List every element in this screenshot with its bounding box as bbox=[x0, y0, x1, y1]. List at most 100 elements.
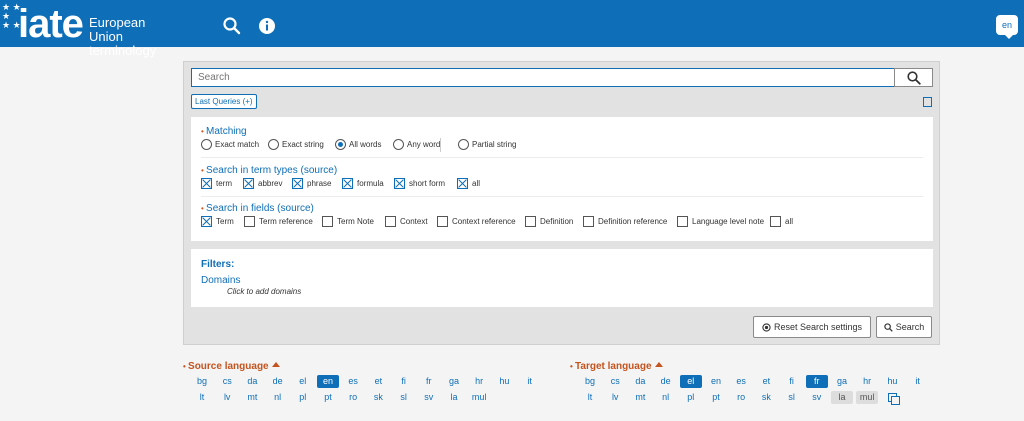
language-chip-sk[interactable]: sk bbox=[755, 391, 777, 404]
term-type-term[interactable]: term bbox=[201, 178, 232, 189]
checkbox-icon bbox=[244, 216, 255, 227]
language-chip-sk[interactable]: sk bbox=[367, 391, 389, 404]
search-options: Matching Exact match Exact string All wo… bbox=[191, 117, 933, 241]
field-context[interactable]: Context bbox=[385, 216, 428, 227]
language-chip-de[interactable]: de bbox=[655, 375, 677, 388]
language-chip-la[interactable]: la bbox=[831, 391, 853, 404]
term-type-abbrev[interactable]: abbrev bbox=[243, 178, 282, 189]
domains-hint[interactable]: Click to add domains bbox=[227, 287, 301, 296]
field-all[interactable]: all bbox=[770, 216, 793, 227]
language-chip-mul[interactable]: mul bbox=[856, 391, 879, 404]
search-panel: Last Queries (+) Matching Exact match Ex… bbox=[183, 61, 940, 345]
info-icon[interactable] bbox=[258, 17, 276, 35]
source-language-title[interactable]: Source language bbox=[183, 361, 280, 372]
logo-subtitle: European Union terminology bbox=[89, 15, 157, 58]
search-submit-button[interactable] bbox=[894, 68, 933, 87]
field-term-note[interactable]: Term Note bbox=[322, 216, 374, 227]
term-type-formula[interactable]: formula bbox=[342, 178, 384, 189]
language-chip-da[interactable]: da bbox=[629, 375, 651, 388]
language-chip-cs[interactable]: cs bbox=[604, 375, 626, 388]
caret-up-icon bbox=[271, 362, 280, 367]
language-chip-hu[interactable]: hu bbox=[881, 375, 903, 388]
radio-selected-icon bbox=[335, 139, 346, 150]
matching-partial-string[interactable]: Partial string bbox=[458, 139, 516, 150]
language-chip-nl[interactable]: nl bbox=[267, 391, 289, 404]
language-chip-hr[interactable]: hr bbox=[856, 375, 878, 388]
language-chip-ga[interactable]: ga bbox=[443, 375, 465, 388]
reset-search-settings-button[interactable]: Reset Search settings bbox=[753, 316, 871, 338]
search-button[interactable]: Search bbox=[876, 316, 932, 338]
language-chip-da[interactable]: da bbox=[241, 375, 263, 388]
last-queries-button[interactable]: Last Queries (+) bbox=[191, 94, 257, 109]
language-chip-mt[interactable]: mt bbox=[241, 391, 263, 404]
checkbox-icon bbox=[385, 216, 396, 227]
language-chip-fr[interactable]: fr bbox=[418, 375, 440, 388]
field-term-reference[interactable]: Term reference bbox=[244, 216, 313, 227]
copy-icon[interactable] bbox=[888, 393, 900, 405]
radio-icon bbox=[268, 139, 279, 150]
language-chip-la[interactable]: la bbox=[443, 391, 465, 404]
language-chip-lt[interactable]: lt bbox=[579, 391, 601, 404]
checkbox-icon bbox=[583, 216, 594, 227]
divider bbox=[440, 138, 441, 152]
language-chip-mt[interactable]: mt bbox=[629, 391, 651, 404]
language-chip-el[interactable]: el bbox=[679, 375, 702, 388]
language-chip-bg[interactable]: bg bbox=[191, 375, 213, 388]
matching-any-word[interactable]: Any word bbox=[393, 139, 440, 150]
language-chip-ga[interactable]: ga bbox=[831, 375, 853, 388]
checkbox-checked-icon bbox=[457, 178, 468, 189]
language-chip-sv[interactable]: sv bbox=[418, 391, 440, 404]
language-chip-pt[interactable]: pt bbox=[705, 391, 727, 404]
language-chip-es[interactable]: es bbox=[730, 375, 752, 388]
iate-logo[interactable]: ★ ★ ★ ★ ★ iate European Union terminology bbox=[0, 2, 180, 58]
language-chip-pl[interactable]: pl bbox=[680, 391, 702, 404]
term-type-all[interactable]: all bbox=[457, 178, 480, 189]
language-chip-pt[interactable]: pt bbox=[317, 391, 339, 404]
matching-title: Matching bbox=[201, 126, 247, 137]
language-chip-ro[interactable]: ro bbox=[342, 391, 364, 404]
field-language-level-note[interactable]: Language level note bbox=[677, 216, 764, 227]
matching-exact-string[interactable]: Exact string bbox=[268, 139, 324, 150]
language-chip-et[interactable]: et bbox=[755, 375, 777, 388]
language-chip-de[interactable]: de bbox=[267, 375, 289, 388]
target-language-title[interactable]: Target language bbox=[570, 361, 663, 372]
term-type-short-form[interactable]: short form bbox=[394, 178, 445, 189]
language-chip-en[interactable]: en bbox=[317, 375, 339, 388]
language-chip-ro[interactable]: ro bbox=[730, 391, 752, 404]
language-chip-sv[interactable]: sv bbox=[806, 391, 828, 404]
collapse-icon[interactable] bbox=[923, 97, 932, 107]
search-icon[interactable] bbox=[223, 17, 241, 35]
language-chip-hu[interactable]: hu bbox=[493, 375, 515, 388]
language-chip-fi[interactable]: fi bbox=[781, 375, 803, 388]
field-term[interactable]: Term bbox=[201, 216, 234, 227]
matching-all-words[interactable]: All words bbox=[335, 139, 381, 150]
language-chip-cs[interactable]: cs bbox=[216, 375, 238, 388]
language-chip-lt[interactable]: lt bbox=[191, 391, 213, 404]
search-input[interactable] bbox=[191, 68, 895, 87]
language-chip-fi[interactable]: fi bbox=[393, 375, 415, 388]
language-selector-button[interactable]: en bbox=[996, 15, 1018, 39]
language-chip-it[interactable]: it bbox=[519, 375, 541, 388]
field-definition-reference[interactable]: Definition reference bbox=[583, 216, 667, 227]
language-chip-lv[interactable]: lv bbox=[216, 391, 238, 404]
language-chip-et[interactable]: et bbox=[367, 375, 389, 388]
matching-exact-match[interactable]: Exact match bbox=[201, 139, 259, 150]
field-definition[interactable]: Definition bbox=[525, 216, 573, 227]
language-chip-bg[interactable]: bg bbox=[579, 375, 601, 388]
language-chip-lv[interactable]: lv bbox=[604, 391, 626, 404]
caret-up-icon bbox=[654, 362, 663, 367]
language-chip-hr[interactable]: hr bbox=[468, 375, 490, 388]
language-chip-sl[interactable]: sl bbox=[393, 391, 415, 404]
language-chip-fr[interactable]: fr bbox=[805, 375, 828, 388]
language-chip-pl[interactable]: pl bbox=[292, 391, 314, 404]
language-chip-nl[interactable]: nl bbox=[655, 391, 677, 404]
term-type-phrase[interactable]: phrase bbox=[292, 178, 331, 189]
language-chip-it[interactable]: it bbox=[907, 375, 929, 388]
field-context-reference[interactable]: Context reference bbox=[437, 216, 516, 227]
language-chip-en[interactable]: en bbox=[705, 375, 727, 388]
language-chip-el[interactable]: el bbox=[292, 375, 314, 388]
language-chip-sl[interactable]: sl bbox=[781, 391, 803, 404]
language-chip-mul[interactable]: mul bbox=[468, 391, 490, 404]
domains-link[interactable]: Domains bbox=[201, 275, 240, 286]
language-chip-es[interactable]: es bbox=[342, 375, 364, 388]
